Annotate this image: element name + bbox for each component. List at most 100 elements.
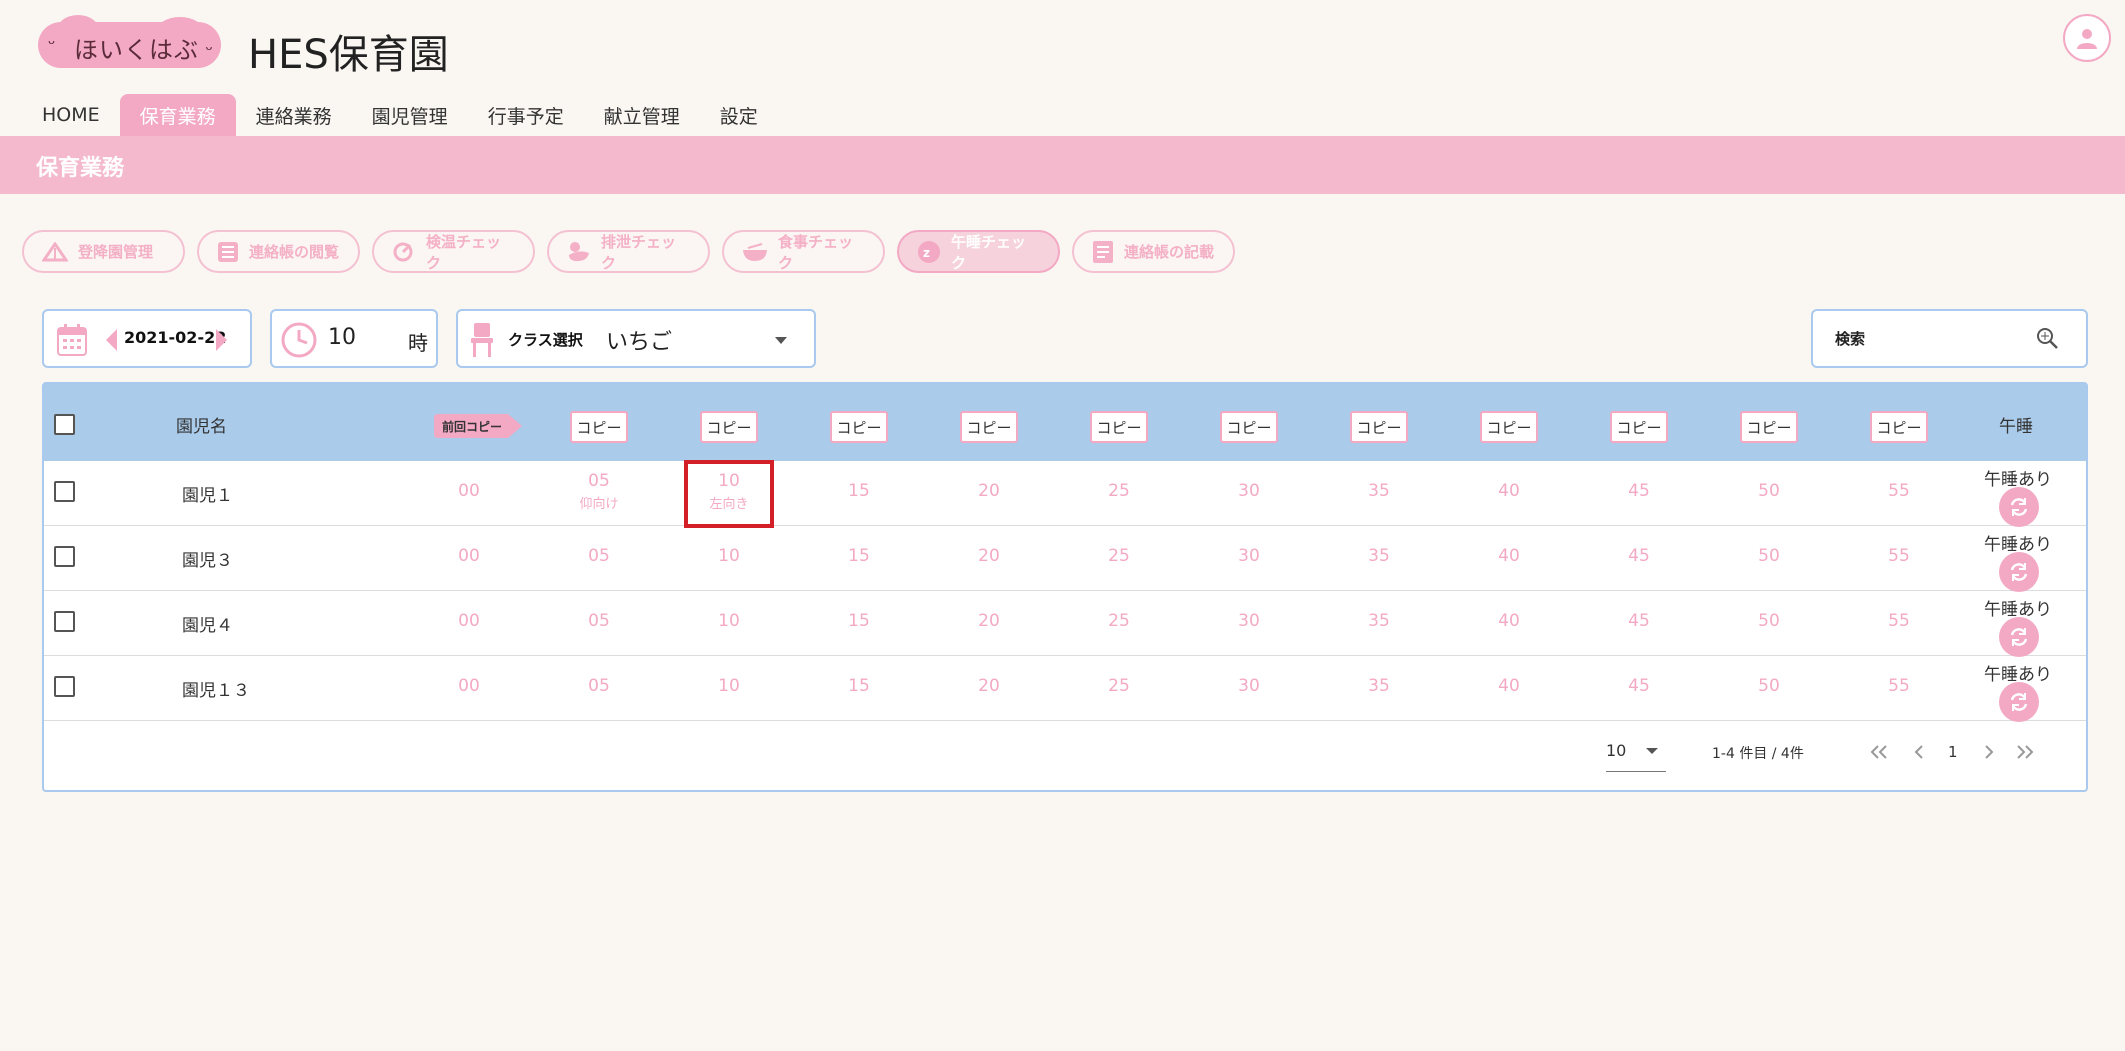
prev-page-button[interactable] [1904,737,1934,767]
nap-toggle-button[interactable] [1999,682,2039,722]
search-input[interactable] [1835,327,2025,351]
copy-button-35[interactable]: コピー [1350,411,1408,443]
last-page-button[interactable] [2010,737,2040,767]
nav-menu[interactable]: 献立管理 [584,94,700,136]
view-notebook-button[interactable]: 連絡帳の閲覧 [197,230,360,273]
minute-slot-25[interactable]: 25 [1084,611,1154,631]
minute-slot-25[interactable]: 25 [1084,546,1154,566]
minute-slot-40[interactable]: 40 [1474,546,1544,566]
minute-slot-40[interactable]: 40 [1474,611,1544,631]
minute-slot-45[interactable]: 45 [1604,546,1674,566]
search-icon[interactable] [2035,326,2059,350]
minute-slot-50[interactable]: 50 [1734,546,1804,566]
minute-slot-15[interactable]: 15 [824,611,894,631]
hour-value[interactable]: 10 [328,325,356,350]
minute-slot-55[interactable]: 55 [1864,676,1934,696]
nav-children[interactable]: 園児管理 [352,94,468,136]
minute-slot-20[interactable]: 20 [954,546,1024,566]
minute-slot-45[interactable]: 45 [1604,676,1674,696]
minute-slot-50[interactable]: 50 [1734,676,1804,696]
meal-button[interactable]: 食事チェック [722,230,885,273]
minute-slot-35[interactable]: 35 [1344,676,1414,696]
next-page-button[interactable] [1974,737,2004,767]
nap-toggle-button[interactable] [1999,617,2039,657]
nap-toggle-button[interactable] [1999,552,2039,592]
minute-slot-25[interactable]: 25 [1084,481,1154,501]
minute-slot-30[interactable]: 30 [1214,546,1284,566]
minute-slot-15[interactable]: 15 [824,546,894,566]
chevron-down-icon[interactable] [775,337,787,344]
copy-button-05[interactable]: コピー [570,411,628,443]
minute-slot-55[interactable]: 55 [1864,546,1934,566]
row-checkbox[interactable] [54,676,75,697]
minute-slot-05[interactable]: 05 [564,611,634,631]
minute-slot-10[interactable]: 10 [694,676,764,696]
minute-slot-30[interactable]: 30 [1214,611,1284,631]
minute-slot-55[interactable]: 55 [1864,611,1934,631]
copy-button-20[interactable]: コピー [960,411,1018,443]
attendance-button[interactable]: 登降園管理 [22,230,185,273]
class-selector[interactable]: クラス選択 いちご [456,309,816,368]
chevron-down-icon[interactable] [1646,748,1658,754]
minute-slot-35[interactable]: 35 [1344,546,1414,566]
minute-slot-00[interactable]: 00 [434,481,504,501]
minute-slot-20[interactable]: 20 [954,611,1024,631]
minute-slot-35[interactable]: 35 [1344,481,1414,501]
date-value[interactable]: 2021-02-22 [124,328,226,347]
copy-button-50[interactable]: コピー [1740,411,1798,443]
minute-slot-45[interactable]: 45 [1604,481,1674,501]
minute-slot-05[interactable]: 05 [564,546,634,566]
minute-slot-50[interactable]: 50 [1734,611,1804,631]
nap-toggle-button[interactable] [1999,487,2039,527]
minute-slot-35[interactable]: 35 [1344,611,1414,631]
copy-button-10[interactable]: コピー [700,411,758,443]
minute-slot-00[interactable]: 00 [434,546,504,566]
minute-slot-15[interactable]: 15 [824,481,894,501]
nav-childcare[interactable]: 保育業務 [119,94,236,136]
account-button[interactable] [2063,14,2111,62]
copy-button-45[interactable]: コピー [1610,411,1668,443]
nav-settings[interactable]: 設定 [700,94,778,136]
write-notebook-button[interactable]: 連絡帳の記載 [1072,230,1235,273]
copy-button-30[interactable]: コピー [1220,411,1278,443]
minute-slot-50[interactable]: 50 [1734,481,1804,501]
minute-slot-00[interactable]: 00 [434,676,504,696]
minute-slot-30[interactable]: 30 [1214,676,1284,696]
minute-slot-00[interactable]: 00 [434,611,504,631]
minute-slot-20[interactable]: 20 [954,481,1024,501]
minute-slot-05[interactable]: 05 [564,471,634,491]
minute-slot-10[interactable]: 10 [694,611,764,631]
minute-slot-10[interactable]: 10 [694,546,764,566]
minute-slot-30[interactable]: 30 [1214,481,1284,501]
minute-slot-25[interactable]: 25 [1084,676,1154,696]
app-logo[interactable]: ᵕ ほいくはぶ ᵕ [38,15,221,68]
next-date-button[interactable] [216,329,227,351]
minute-slot-40[interactable]: 40 [1474,676,1544,696]
row-checkbox[interactable] [54,546,75,567]
hour-selector[interactable]: 10 時 [270,309,438,368]
temperature-button[interactable]: 検温チェック [372,230,535,273]
copy-button-55[interactable]: コピー [1870,411,1928,443]
prev-date-button[interactable] [106,329,117,351]
row-checkbox[interactable] [54,611,75,632]
minute-slot-55[interactable]: 55 [1864,481,1934,501]
copy-button-25[interactable]: コピー [1090,411,1148,443]
copy-button-15[interactable]: コピー [830,411,888,443]
minute-slot-45[interactable]: 45 [1604,611,1674,631]
minute-slot-15[interactable]: 15 [824,676,894,696]
calendar-icon[interactable] [56,323,88,357]
minute-slot-20[interactable]: 20 [954,676,1024,696]
select-all-checkbox[interactable] [54,414,75,435]
nav-events[interactable]: 行事予定 [468,94,584,136]
per-page-value[interactable]: 10 [1606,741,1626,760]
copy-button-40[interactable]: コピー [1480,411,1538,443]
first-page-button[interactable] [1864,737,1894,767]
prev-copy-button[interactable]: 前回コピー [434,414,522,438]
nav-contact[interactable]: 連絡業務 [236,94,352,136]
class-value[interactable]: いちご [606,324,672,356]
minute-slot-40[interactable]: 40 [1474,481,1544,501]
current-page[interactable]: 1 [1948,743,1958,761]
minute-slot-05[interactable]: 05 [564,676,634,696]
nap-check-button[interactable]: z 午睡チェック [897,230,1060,273]
nav-home[interactable]: HOME [22,94,120,136]
